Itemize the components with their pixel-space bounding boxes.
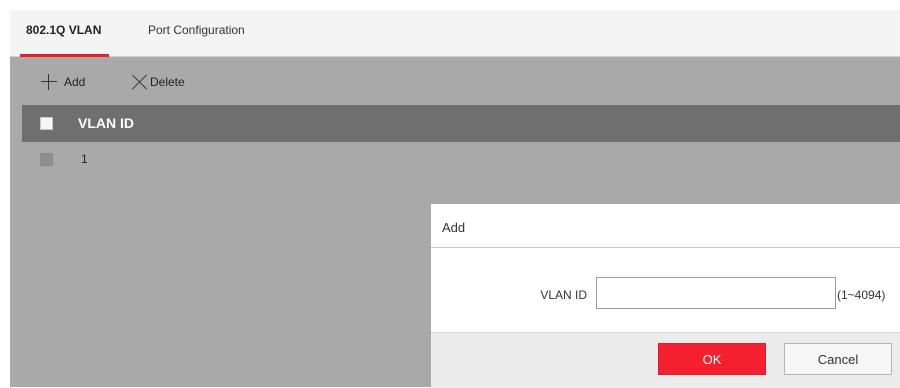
tab-8021q-vlan[interactable]: 802.1Q VLAN (19, 10, 110, 57)
delete-button[interactable]: Delete (132, 71, 185, 93)
add-button[interactable]: Add (41, 71, 85, 93)
vlan-id-input[interactable] (596, 277, 836, 309)
vlan-id-cell: 1 (81, 152, 88, 166)
table-row[interactable]: 1 (22, 142, 900, 176)
add-vlan-dialog: Add VLAN ID (1~4094) OK Cancel (431, 204, 900, 388)
toolbar: Add Delete (10, 57, 900, 105)
vlan-id-range-hint: (1~4094) (837, 288, 886, 302)
vlan-id-label: VLAN ID (540, 288, 587, 302)
table-header: VLAN ID (22, 105, 900, 142)
dialog-title: Add (442, 220, 466, 235)
close-icon (132, 74, 148, 90)
cancel-button[interactable]: Cancel (784, 343, 892, 375)
dialog-body: VLAN ID (1~4094) (431, 248, 900, 332)
delete-button-label: Delete (150, 75, 185, 89)
plus-icon (41, 74, 57, 90)
row-checkbox[interactable] (40, 153, 53, 166)
column-header-vlan-id: VLAN ID (78, 115, 134, 131)
tab-bar: 802.1Q VLAN Port Configuration (10, 10, 900, 57)
ok-button[interactable]: OK (658, 343, 766, 375)
add-button-label: Add (64, 75, 86, 89)
tab-port-configuration[interactable]: Port Configuration (148, 10, 245, 56)
select-all-checkbox[interactable] (40, 117, 53, 130)
dialog-footer: OK Cancel (431, 332, 900, 388)
dialog-header: Add (431, 204, 900, 248)
